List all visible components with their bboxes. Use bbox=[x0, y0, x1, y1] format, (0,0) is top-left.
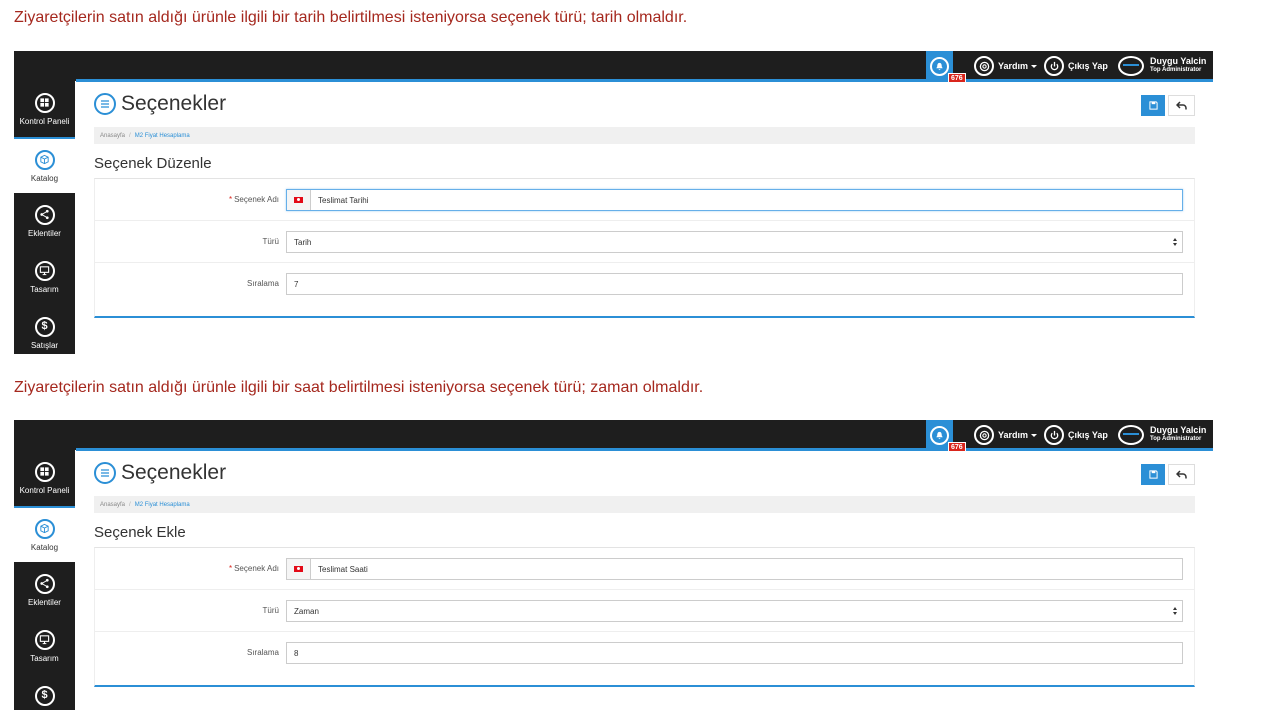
dollar-icon: $ bbox=[41, 689, 48, 701]
sidebar-item-catalog[interactable]: Katalog bbox=[14, 506, 75, 562]
back-button[interactable] bbox=[1168, 464, 1195, 485]
bell-icon bbox=[936, 62, 943, 70]
share-icon bbox=[40, 578, 49, 589]
sidebar-item-label: Eklentiler bbox=[28, 597, 61, 607]
sort-order-input[interactable]: 7 bbox=[286, 273, 1183, 295]
sidebar-item-label: Satışlar bbox=[30, 340, 59, 350]
sidebar: Kontrol Paneli Katalog Eklentiler Tasarı… bbox=[14, 81, 75, 354]
box-icon bbox=[40, 154, 49, 165]
caption-time: Ziyaretçilerin satın aldığı ürünle ilgil… bbox=[14, 379, 704, 396]
breadcrumb-current[interactable]: M2 Fiyat Hesaplama bbox=[135, 133, 190, 139]
breadcrumb-current[interactable]: M2 Fiyat Hesaplama bbox=[135, 502, 190, 508]
save-button[interactable] bbox=[1141, 95, 1165, 116]
select-arrows-icon bbox=[1173, 238, 1177, 246]
chevron-down-icon bbox=[1031, 64, 1038, 68]
main-content: Seçenekler Anasayfa / M2 Fiyat Hesaplama… bbox=[75, 82, 1213, 354]
help-label: Yardım bbox=[998, 430, 1029, 440]
floppy-icon bbox=[1148, 101, 1158, 110]
sidebar-item-extensions[interactable]: Eklentiler bbox=[14, 193, 75, 249]
sidebar-item-dashboard[interactable]: Kontrol Paneli bbox=[14, 81, 75, 137]
sidebar-item-design[interactable]: Tasarım bbox=[14, 618, 75, 674]
box-icon bbox=[40, 523, 49, 534]
power-icon bbox=[1050, 430, 1058, 439]
help-label: Yardım bbox=[998, 61, 1029, 71]
type-label: Türü bbox=[262, 237, 279, 246]
section-title: Seçenek Düzenle bbox=[94, 155, 212, 172]
main-content: Seçenekler Anasayfa / M2 Fiyat Hesaplama… bbox=[75, 451, 1213, 710]
user-menu[interactable]: Duygu Yalcin Top Administrator bbox=[1118, 423, 1206, 447]
sidebar-item-catalog[interactable]: Katalog bbox=[14, 137, 75, 193]
sort-order-label: Sıralama bbox=[246, 279, 279, 288]
logout-button[interactable]: Çıkış Yap bbox=[1044, 54, 1108, 78]
help-menu[interactable]: Yardım bbox=[974, 423, 1038, 447]
share-icon bbox=[40, 209, 49, 220]
monitor-icon bbox=[39, 635, 50, 645]
admin-screenshot-edit: 676 Yardım Çıkış Yap Duygu Yalcin Top Ad… bbox=[14, 51, 1213, 354]
option-name-label: * Seçenek Adı bbox=[228, 195, 279, 204]
monitor-icon bbox=[39, 266, 50, 276]
save-button[interactable] bbox=[1141, 464, 1165, 485]
lifebuoy-icon bbox=[979, 430, 989, 440]
user-role: Top Administrator bbox=[1150, 67, 1202, 73]
sidebar-item-extensions[interactable]: Eklentiler bbox=[14, 562, 75, 618]
turkish-flag-icon bbox=[294, 197, 303, 203]
avatar bbox=[1118, 56, 1144, 76]
dollar-icon: $ bbox=[41, 320, 48, 332]
page-title: Seçenekler bbox=[121, 461, 227, 484]
chevron-down-icon bbox=[1031, 433, 1038, 437]
sort-order-label: Sıralama bbox=[246, 648, 279, 657]
breadcrumb-home[interactable]: Anasayfa bbox=[100, 502, 125, 508]
user-name: Duygu Yalcin bbox=[1150, 56, 1207, 66]
reply-icon bbox=[1176, 101, 1187, 110]
section-title: Seçenek Ekle bbox=[94, 524, 186, 541]
breadcrumb: Anasayfa / M2 Fiyat Hesaplama bbox=[94, 127, 1195, 144]
sidebar-item-sales[interactable]: $ Satışlar bbox=[14, 305, 75, 354]
help-menu[interactable]: Yardım bbox=[974, 54, 1038, 78]
admin-screenshot-add: 676 Yardım Çıkış Yap Duygu Yalcin Top Ad… bbox=[14, 420, 1213, 710]
sidebar-item-label: Tasarım bbox=[30, 284, 59, 294]
logout-label: Çıkış Yap bbox=[1068, 61, 1108, 71]
grid-icon bbox=[40, 98, 49, 107]
sort-order-input[interactable]: 8 bbox=[286, 642, 1183, 664]
bell-icon bbox=[936, 431, 943, 439]
list-icon bbox=[101, 469, 109, 477]
lifebuoy-icon bbox=[979, 61, 989, 71]
breadcrumb-home[interactable]: Anasayfa bbox=[100, 133, 125, 139]
user-menu[interactable]: Duygu Yalcin Top Administrator bbox=[1118, 54, 1206, 78]
logout-label: Çıkış Yap bbox=[1068, 430, 1108, 440]
option-name-input[interactable]: Teslimat Saati bbox=[286, 558, 1183, 580]
sidebar-item-label: Katalog bbox=[30, 173, 59, 183]
sidebar-item-label: Kontrol Paneli bbox=[19, 116, 70, 126]
turkish-flag-icon bbox=[294, 566, 303, 572]
sidebar: Kontrol Paneli Katalog Eklentiler Tasarı… bbox=[14, 450, 75, 710]
select-arrows-icon bbox=[1173, 607, 1177, 615]
type-select[interactable]: Zaman bbox=[286, 600, 1183, 622]
sidebar-item-label: Kontrol Paneli bbox=[19, 485, 70, 495]
sidebar-item-sales[interactable]: $ Satışlar bbox=[14, 674, 75, 710]
user-role: Top Administrator bbox=[1150, 436, 1202, 442]
option-form: * Seçenek Adı Teslimat Tarihi Türü Tarih … bbox=[94, 178, 1195, 318]
logout-button[interactable]: Çıkış Yap bbox=[1044, 423, 1108, 447]
option-name-input[interactable]: Teslimat Tarihi bbox=[286, 189, 1183, 211]
option-name-label: * Seçenek Adı bbox=[228, 564, 279, 573]
sidebar-item-label: Eklentiler bbox=[28, 228, 61, 238]
list-icon bbox=[101, 100, 109, 108]
caption-date: Ziyaretçilerin satın aldığı ürünle ilgil… bbox=[14, 9, 688, 26]
power-icon bbox=[1050, 61, 1058, 70]
sidebar-item-label: Tasarım bbox=[30, 653, 59, 663]
avatar bbox=[1118, 425, 1144, 445]
sidebar-item-label: Katalog bbox=[30, 542, 59, 552]
sidebar-item-design[interactable]: Tasarım bbox=[14, 249, 75, 305]
sidebar-item-dashboard[interactable]: Kontrol Paneli bbox=[14, 450, 75, 506]
type-select[interactable]: Tarih bbox=[286, 231, 1183, 253]
floppy-icon bbox=[1148, 470, 1158, 479]
page-title: Seçenekler bbox=[121, 92, 227, 115]
grid-icon bbox=[40, 467, 49, 476]
breadcrumb: Anasayfa / M2 Fiyat Hesaplama bbox=[94, 496, 1195, 513]
option-form: * Seçenek Adı Teslimat Saati Türü Zaman S… bbox=[94, 547, 1195, 687]
user-name: Duygu Yalcin bbox=[1150, 425, 1207, 435]
reply-icon bbox=[1176, 470, 1187, 479]
back-button[interactable] bbox=[1168, 95, 1195, 116]
type-label: Türü bbox=[262, 606, 279, 615]
